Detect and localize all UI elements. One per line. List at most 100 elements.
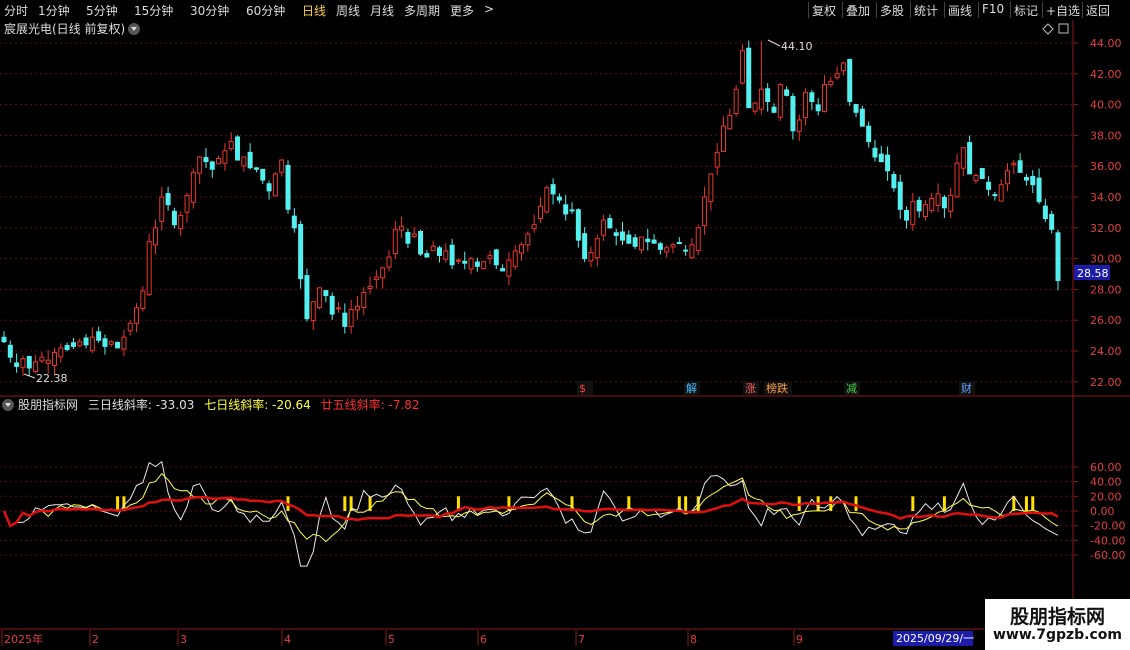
period-tab-5[interactable]: 60分钟 bbox=[246, 2, 285, 19]
period-tab-2[interactable]: 5分钟 bbox=[86, 2, 118, 19]
toolbar-separator bbox=[910, 2, 911, 18]
candle-body bbox=[544, 187, 550, 213]
period-tab-1[interactable]: 1分钟 bbox=[38, 2, 70, 19]
candle-body bbox=[146, 241, 152, 296]
candle-body bbox=[645, 238, 651, 243]
candle-body bbox=[897, 181, 903, 210]
candle-body bbox=[260, 168, 266, 181]
toolbar-separator bbox=[1010, 2, 1011, 18]
indicator-dropdown-icon[interactable] bbox=[2, 399, 14, 411]
toolbar-button-0[interactable]: 复权 bbox=[812, 2, 836, 19]
candle-body bbox=[348, 308, 354, 327]
signal-bar bbox=[942, 496, 946, 511]
candle-body bbox=[979, 168, 985, 180]
candle-body bbox=[380, 267, 386, 279]
candle-body bbox=[594, 238, 600, 259]
price-tick-label: 22.00 bbox=[1090, 376, 1122, 389]
slope3-value: -33.03 bbox=[156, 398, 195, 412]
maximize-icon[interactable] bbox=[1058, 23, 1069, 34]
candle-body bbox=[392, 228, 398, 255]
candle-body bbox=[954, 162, 960, 198]
event-marker[interactable]: 减 bbox=[846, 382, 857, 395]
candle-body bbox=[51, 352, 57, 366]
candle-body bbox=[828, 81, 834, 86]
candle-body bbox=[651, 239, 657, 244]
candle-body bbox=[323, 290, 329, 297]
candle-body bbox=[7, 344, 13, 358]
candle-body bbox=[235, 136, 241, 161]
candle-body bbox=[733, 88, 739, 115]
period-toolbar: 分时 1分钟 5分钟 15分钟 30分钟 60分钟 日线 周线 月线 多周期 更多 > 复权 叠加 多股统… bbox=[0, 0, 1130, 20]
price-tick-label: 44.00 bbox=[1090, 37, 1122, 50]
candle-body bbox=[891, 174, 897, 189]
candle-body bbox=[702, 196, 708, 226]
price-tick-label: 26.00 bbox=[1090, 314, 1122, 327]
candle-body bbox=[550, 184, 556, 195]
event-marker[interactable]: $ bbox=[579, 382, 586, 395]
candle-body bbox=[1, 336, 7, 343]
candle-body bbox=[64, 345, 70, 350]
candle-body bbox=[683, 249, 689, 252]
chart-area[interactable]: 44.0042.0040.0038.0036.0034.0032.0030.00… bbox=[0, 20, 1130, 650]
period-tab-3[interactable]: 15分钟 bbox=[134, 2, 173, 19]
slope7-value: -20.64 bbox=[272, 398, 311, 412]
toolbar-button-7[interactable]: +自选 bbox=[1046, 2, 1080, 19]
candle-body bbox=[657, 243, 663, 250]
candle-body bbox=[727, 114, 733, 130]
time-label: 2 bbox=[92, 633, 99, 646]
toolbar-button-3[interactable]: 统计 bbox=[914, 2, 938, 19]
candle-body bbox=[140, 290, 146, 310]
candle-body bbox=[159, 196, 165, 222]
candle-body bbox=[203, 157, 209, 163]
toolbar-button-1[interactable]: 叠加 bbox=[846, 2, 870, 19]
toolbar-button-8[interactable]: 返回 bbox=[1086, 2, 1110, 19]
candle-body bbox=[638, 236, 644, 251]
candle-body bbox=[872, 147, 878, 158]
event-marker[interactable]: 榜跌 bbox=[766, 381, 788, 395]
dropdown-circle-icon[interactable] bbox=[128, 23, 140, 35]
indicator-name: 股朋指标网 bbox=[18, 397, 78, 412]
toolbar-button-5[interactable]: F10 bbox=[982, 2, 1004, 16]
candle-body bbox=[796, 119, 802, 132]
candle-body bbox=[582, 233, 588, 260]
signal-bar bbox=[911, 496, 915, 511]
toolbar-separator bbox=[978, 2, 979, 18]
more-arrow-icon[interactable]: > bbox=[484, 2, 494, 16]
period-tab-6[interactable]: 日线 bbox=[302, 2, 326, 19]
period-tab-8[interactable]: 月线 bbox=[370, 2, 394, 19]
candle-body bbox=[462, 260, 468, 264]
price-tick-label: 36.00 bbox=[1090, 160, 1122, 173]
toolbar-button-2[interactable]: 多股 bbox=[880, 2, 904, 19]
candle-body bbox=[89, 336, 95, 352]
candle-body bbox=[910, 201, 916, 226]
period-tab-10[interactable]: 更多 bbox=[450, 2, 474, 19]
period-tab-9[interactable]: 多周期 bbox=[404, 2, 440, 19]
candle-body bbox=[916, 199, 922, 212]
candle-body bbox=[361, 291, 367, 309]
candle-body bbox=[228, 141, 234, 150]
candle-body bbox=[777, 84, 783, 118]
candle-body bbox=[689, 244, 695, 259]
candle-body bbox=[317, 287, 323, 309]
period-tab-7[interactable]: 周线 bbox=[336, 2, 360, 19]
high-price-label: 44.10 bbox=[781, 40, 813, 53]
candle-body bbox=[373, 276, 379, 281]
candle-body bbox=[298, 223, 304, 280]
indicator-tick-label: 0.00 bbox=[1090, 505, 1115, 518]
candle-body bbox=[746, 47, 752, 109]
toolbar-button-4[interactable]: 画线 bbox=[948, 2, 972, 19]
price-tick-label: 34.00 bbox=[1090, 191, 1122, 204]
low-price-label: 22.38 bbox=[36, 372, 68, 385]
candle-body bbox=[695, 227, 701, 251]
candle-body bbox=[922, 204, 928, 218]
period-tab-4[interactable]: 30分钟 bbox=[190, 2, 229, 19]
event-marker[interactable]: 财 bbox=[961, 381, 972, 395]
toolbar-button-6[interactable]: 标记 bbox=[1014, 2, 1038, 19]
settings-diamond-icon[interactable] bbox=[1042, 23, 1054, 35]
event-marker[interactable]: 解 bbox=[686, 381, 697, 395]
period-tab-0[interactable]: 分时 bbox=[4, 2, 28, 19]
event-marker[interactable]: 涨 bbox=[745, 382, 756, 395]
candle-body bbox=[935, 193, 941, 206]
candle-body bbox=[986, 181, 992, 190]
candle-body bbox=[1005, 170, 1011, 185]
